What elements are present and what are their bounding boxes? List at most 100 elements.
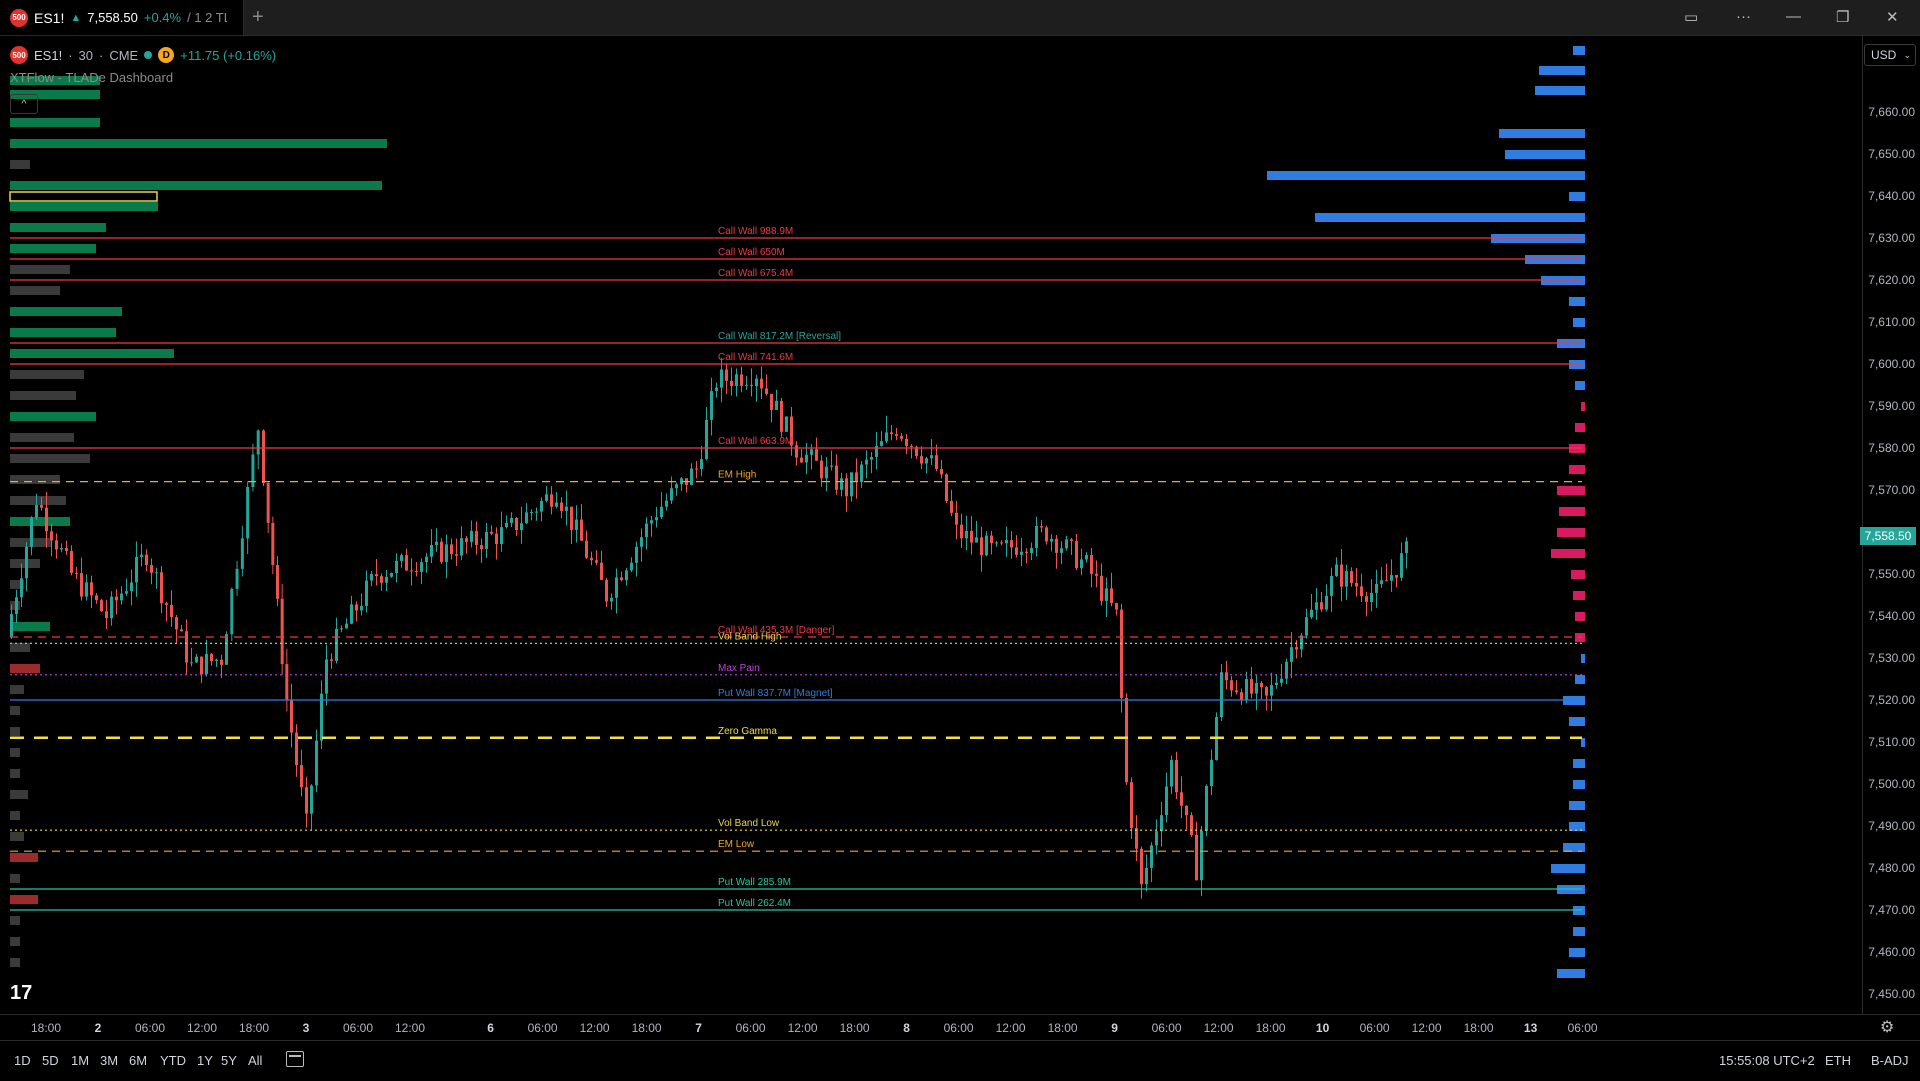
time-tick-label: 06:00 [1151, 1021, 1182, 1035]
collapse-button[interactable]: ^ [10, 94, 38, 114]
range-5y[interactable]: 5Y [221, 1053, 237, 1068]
candle-body [1005, 540, 1008, 544]
candle-body [35, 505, 38, 518]
candle-body [625, 570, 628, 581]
candle-body [360, 605, 363, 611]
candle-body [540, 500, 543, 512]
candle-body [935, 455, 938, 469]
candle-body [1055, 538, 1058, 553]
adjust-toggle[interactable]: B-ADJ [1871, 1053, 1909, 1068]
candle-body [555, 502, 558, 507]
candle-body [1180, 792, 1183, 806]
range-1y[interactable]: 1Y [197, 1053, 213, 1068]
tradingview-logo-icon[interactable]: 17 [10, 982, 32, 1005]
candle-body [465, 538, 468, 542]
more-icon[interactable]: ··· [1736, 8, 1751, 25]
candle-body [975, 537, 978, 543]
candle-body [1135, 828, 1138, 849]
candle-body [390, 573, 393, 577]
candle-body [775, 400, 778, 410]
price-tick-label: 7,510.00 [1868, 735, 1915, 749]
price-tick-label: 7,460.00 [1868, 945, 1915, 959]
candle-body [195, 656, 198, 663]
time-axis[interactable]: 18:00 2 06:00 12:00 18:00 3 06:00 12:00 6 06:00 12… [0, 1014, 1920, 1041]
candle-body [1390, 575, 1393, 581]
legend-interval[interactable]: 30 [79, 48, 93, 63]
candle-body [300, 765, 303, 788]
candle-body [271, 522, 275, 566]
price-tick-label: 7,550.00 [1868, 567, 1915, 581]
candle-body [1200, 830, 1203, 881]
new-tab-button[interactable]: + [252, 6, 264, 29]
calendar-icon[interactable] [286, 1051, 304, 1067]
candle-body [330, 659, 333, 661]
volume-profile-bar [10, 349, 174, 358]
range-1m[interactable]: 1M [71, 1053, 89, 1068]
candle-body [276, 565, 279, 599]
range-all[interactable]: All [248, 1053, 262, 1068]
settings-gear-icon[interactable]: ⚙ [1880, 1017, 1894, 1037]
session-toggle[interactable]: ETH [1825, 1053, 1851, 1068]
candle-body [810, 449, 813, 455]
volume-profile-bar [10, 223, 106, 232]
range-5d[interactable]: 5D [42, 1053, 59, 1068]
legend-symbol[interactable]: ES1! [34, 48, 62, 63]
gex-level-label: Call Wall 741.6M [718, 352, 793, 363]
candle-body [705, 419, 708, 460]
gex-histogram-bar [1505, 150, 1585, 159]
time-tick-label: 12:00 [787, 1021, 818, 1035]
layout-icon[interactable]: ▭ [1684, 8, 1698, 26]
chart-canvas[interactable]: Call Wall 988.9M Call Wall 650M Call Wall … [0, 36, 1585, 1014]
candle-body [285, 664, 289, 701]
time-tick-label: 18:00 [1047, 1021, 1078, 1035]
volume-profile-bar [10, 937, 20, 946]
gex-level-label: Put Wall 837.7M [Magnet] [718, 688, 833, 699]
candle-body [120, 593, 123, 601]
candle-body [395, 560, 398, 574]
indicator-title[interactable]: XTFlow - TLADe Dashboard [10, 70, 173, 85]
chart-tab[interactable]: 500 ES1! ▲ 7,558.50 +0.4% / 1 2 TLA [0, 0, 244, 35]
close-button[interactable]: ✕ [1886, 8, 1899, 26]
volume-profile-bar [10, 832, 24, 841]
candle-body [510, 518, 513, 523]
chart-pane[interactable]: Call Wall 988.9M Call Wall 650M Call Wall … [0, 36, 1585, 1014]
candle-body [650, 520, 653, 524]
candle-body [475, 530, 478, 546]
candle-body [940, 468, 943, 475]
candle-body [440, 541, 443, 562]
candle-body [430, 545, 433, 557]
range-ytd[interactable]: YTD [160, 1053, 186, 1068]
range-6m[interactable]: 6M [129, 1053, 147, 1068]
volume-profile-bar [10, 181, 382, 190]
candle-body [905, 438, 908, 446]
gex-level-label: Call Wall 988.9M [718, 226, 793, 237]
candle-body [1325, 595, 1328, 610]
range-1d[interactable]: 1D [14, 1053, 31, 1068]
volume-profile-bar [10, 328, 116, 337]
candle-body [100, 600, 103, 612]
candle-body [95, 595, 98, 601]
gex-histogram-bar [1557, 528, 1585, 537]
time-tick-label: 12:00 [579, 1021, 610, 1035]
range-3m[interactable]: 3M [100, 1053, 118, 1068]
candle-body [1205, 785, 1208, 831]
gex-histogram-bar [1267, 171, 1585, 180]
restore-button[interactable]: ❐ [1836, 8, 1849, 26]
candle-body [340, 628, 343, 630]
candle-body [50, 531, 53, 541]
candle-body [1330, 575, 1333, 596]
candle-body [200, 656, 203, 675]
candle-body [320, 693, 323, 741]
minimize-button[interactable]: — [1786, 8, 1801, 25]
price-axis[interactable]: 7,660.00 7,650.00 7,640.00 7,630.00 7,620.00… [1862, 36, 1920, 1014]
gex-histogram-bar [1573, 591, 1585, 600]
volume-profile-bar [10, 307, 122, 316]
candle-body [830, 465, 833, 467]
clock-time[interactable]: 15:55:08 UTC+2 [1719, 1053, 1815, 1068]
candle-body [675, 484, 678, 489]
candle-body [246, 486, 250, 539]
currency-select[interactable]: USD ⌄ [1864, 44, 1916, 66]
price-tick-label: 7,650.00 [1868, 147, 1915, 161]
candle-body [960, 524, 963, 539]
candle-body [485, 531, 488, 549]
